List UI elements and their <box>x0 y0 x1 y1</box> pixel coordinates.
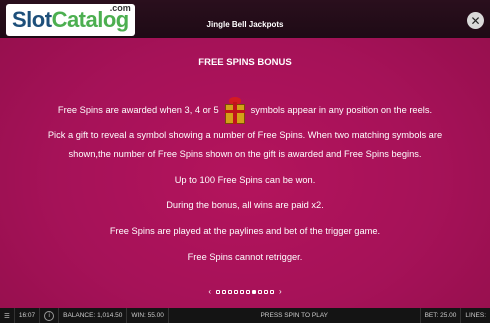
close-icon: ✕ <box>470 13 481 28</box>
bottom-status-bar: ☰ 16:07 i BALANCE: 1,014.50 WIN: 55.00 P… <box>0 308 490 323</box>
win-display: WIN: 55.00 <box>127 308 169 323</box>
page-dot[interactable] <box>228 289 232 294</box>
rule-line: shown,the number of Free Spins shown on … <box>68 149 422 159</box>
menu-button[interactable]: ☰ <box>0 308 15 323</box>
rule-line: Free Spins are played at the paylines an… <box>109 226 381 236</box>
balance-display: BALANCE: 1,014.50 <box>59 308 128 323</box>
gift-icon <box>224 96 246 124</box>
section-heading: FREE SPINS BONUS <box>198 57 292 68</box>
rule-line: During the bonus, all wins are paid x2. <box>166 200 324 210</box>
page-dot[interactable] <box>258 289 262 294</box>
prev-page-arrow-icon[interactable]: ‹ <box>208 287 211 296</box>
page-navigator: ‹ › <box>0 287 490 296</box>
paytable-page: FREE SPINS BONUS Free Spins are awarded … <box>0 38 490 300</box>
rule-line-trigger: Free Spins are awarded when 3, 4 or 5 sy… <box>0 96 490 124</box>
page-dots <box>216 289 274 294</box>
page-dot[interactable] <box>264 289 268 294</box>
game-title: Jingle Bell Jackpots <box>206 20 284 29</box>
rule-text: symbols appear in any position on the re… <box>250 105 433 115</box>
close-button[interactable]: ✕ <box>467 12 484 29</box>
top-bar: Slot Catalog .com Jingle Bell Jackpots ✕ <box>0 0 490 38</box>
page-dot[interactable] <box>216 289 220 294</box>
logo-dotcom-text: .com <box>109 3 131 13</box>
page-dot[interactable] <box>270 289 274 294</box>
page-dot[interactable] <box>246 289 250 294</box>
status-message: PRESS SPIN TO PLAY <box>169 308 421 323</box>
rule-line: Pick a gift to reveal a symbol showing a… <box>47 130 443 140</box>
page-dot[interactable] <box>240 289 244 294</box>
clock: 16:07 <box>15 308 41 323</box>
page-dot[interactable] <box>252 289 256 294</box>
page-dot[interactable] <box>222 289 226 294</box>
rule-text: Free Spins are awarded when 3, 4 or 5 <box>57 105 219 115</box>
rule-line: Free Spins cannot retrigger. <box>187 252 303 262</box>
info-icon: i <box>44 310 55 321</box>
lines-display: LINES: <box>465 312 486 319</box>
bet-display: BET: 25.00 <box>421 308 462 323</box>
info-button[interactable]: i <box>40 308 60 323</box>
next-page-arrow-icon[interactable]: › <box>279 287 282 296</box>
page-dot[interactable] <box>234 289 238 294</box>
rule-line: Up to 100 Free Spins can be won. <box>174 175 316 185</box>
